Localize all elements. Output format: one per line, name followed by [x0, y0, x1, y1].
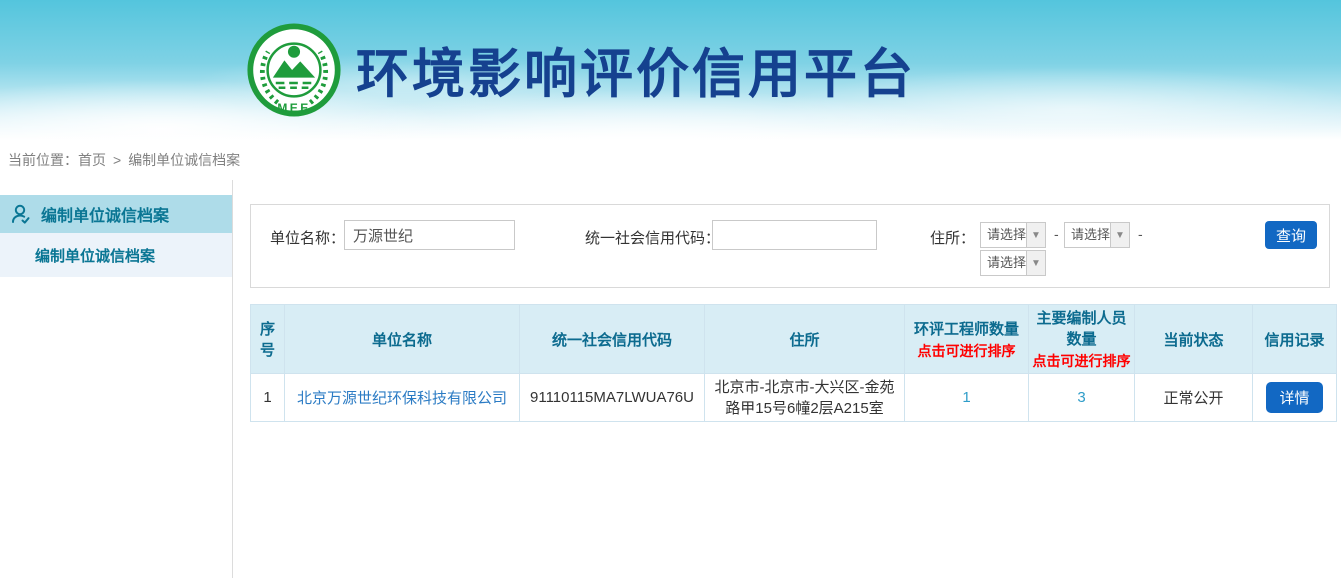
col-index: 序号	[251, 305, 285, 374]
engineer-count-link[interactable]: 1	[962, 389, 970, 406]
sidebar-item-label: 编制单位诚信档案	[35, 245, 155, 266]
cell-address: 北京市-北京市-大兴区-金苑路甲15号6幢2层A215室	[705, 374, 905, 422]
select-value: 请选择	[981, 223, 1026, 247]
sidebar-item-unit-archive-parent[interactable]: 编制单位诚信档案	[0, 195, 232, 233]
address-label: 住所：	[930, 227, 975, 248]
page: MEE 环境影响评价信用平台 当前位置： 首页 > 编制单位诚信档案 编制单位诚…	[0, 0, 1341, 578]
table-row: 1 北京万源世纪环保科技有限公司 91110115MA7LWUA76U 北京市-…	[251, 374, 1337, 422]
chevron-down-icon: ▼	[1110, 223, 1129, 247]
address-city-select[interactable]: 请选择 ▼	[1064, 222, 1130, 248]
mee-logo-icon: MEE	[246, 22, 342, 118]
table-header-row: 序号 单位名称 统一社会信用代码 住所 环评工程师数量 点击可进行排序 主要编制…	[251, 305, 1337, 374]
col-staff-count-sortable[interactable]: 主要编制人员数量 点击可进行排序	[1029, 305, 1135, 374]
main: 编制单位诚信档案 编制单位诚信档案 单位名称： 统一社会信用代码： 住所： 请选…	[0, 180, 1341, 578]
cell-credit-code: 91110115MA7LWUA76U	[520, 374, 705, 422]
sidebar-item-label: 编制单位诚信档案	[41, 202, 169, 226]
breadcrumb-label: 当前位置：	[8, 150, 78, 170]
unit-name-link[interactable]: 北京万源世纪环保科技有限公司	[297, 390, 507, 407]
col-engineer-count-sortable[interactable]: 环评工程师数量 点击可进行排序	[905, 305, 1029, 374]
cell-status: 正常公开	[1135, 374, 1253, 422]
breadcrumb: 当前位置： 首页 > 编制单位诚信档案	[0, 140, 1341, 180]
col-status: 当前状态	[1135, 305, 1253, 374]
unit-name-input[interactable]	[344, 220, 515, 250]
credit-code-input[interactable]	[712, 220, 877, 250]
search-panel: 单位名称： 统一社会信用代码： 住所： 请选择 ▼ - 请选择 ▼ - 请选择 …	[250, 204, 1330, 288]
col-title: 环评工程师数量	[907, 318, 1026, 339]
col-address: 住所	[705, 305, 905, 374]
col-credit-record: 信用记录	[1253, 305, 1337, 374]
chevron-down-icon: ▼	[1026, 251, 1045, 275]
site-title: 环境影响评价信用平台	[356, 32, 916, 108]
col-title: 主要编制人员数量	[1031, 307, 1132, 349]
results-table: 序号 单位名称 统一社会信用代码 住所 环评工程师数量 点击可进行排序 主要编制…	[250, 304, 1337, 422]
detail-button[interactable]: 详情	[1266, 382, 1322, 413]
sidebar-item-unit-archive[interactable]: 编制单位诚信档案	[0, 233, 232, 277]
site-header: MEE 环境影响评价信用平台	[0, 0, 1341, 140]
staff-count-link[interactable]: 3	[1077, 389, 1085, 406]
sidebar: 编制单位诚信档案 编制单位诚信档案	[0, 180, 233, 578]
col-credit-code: 统一社会信用代码	[520, 305, 705, 374]
address-province-select[interactable]: 请选择 ▼	[980, 222, 1046, 248]
sort-hint: 点击可进行排序	[1031, 351, 1132, 371]
select-value: 请选择	[1065, 223, 1110, 247]
unit-name-label: 单位名称：	[270, 227, 345, 248]
address-separator: -	[1054, 226, 1059, 242]
address-district-select[interactable]: 请选择 ▼	[980, 250, 1046, 276]
query-button[interactable]: 查询	[1265, 221, 1317, 249]
svg-text:MEE: MEE	[277, 101, 310, 115]
content: 单位名称： 统一社会信用代码： 住所： 请选择 ▼ - 请选择 ▼ - 请选择 …	[233, 180, 1341, 578]
chevron-down-icon: ▼	[1026, 223, 1045, 247]
brand: MEE 环境影响评价信用平台	[246, 22, 916, 118]
address-separator: -	[1138, 226, 1143, 242]
select-value: 请选择	[981, 251, 1026, 275]
credit-code-label: 统一社会信用代码：	[585, 227, 720, 248]
user-check-icon	[9, 202, 33, 226]
breadcrumb-current: 编制单位诚信档案	[128, 150, 240, 170]
cell-index: 1	[251, 374, 285, 422]
col-unit-name: 单位名称	[285, 305, 520, 374]
breadcrumb-separator: >	[113, 152, 121, 168]
breadcrumb-home-link[interactable]: 首页	[78, 150, 106, 170]
sort-hint: 点击可进行排序	[907, 341, 1026, 361]
